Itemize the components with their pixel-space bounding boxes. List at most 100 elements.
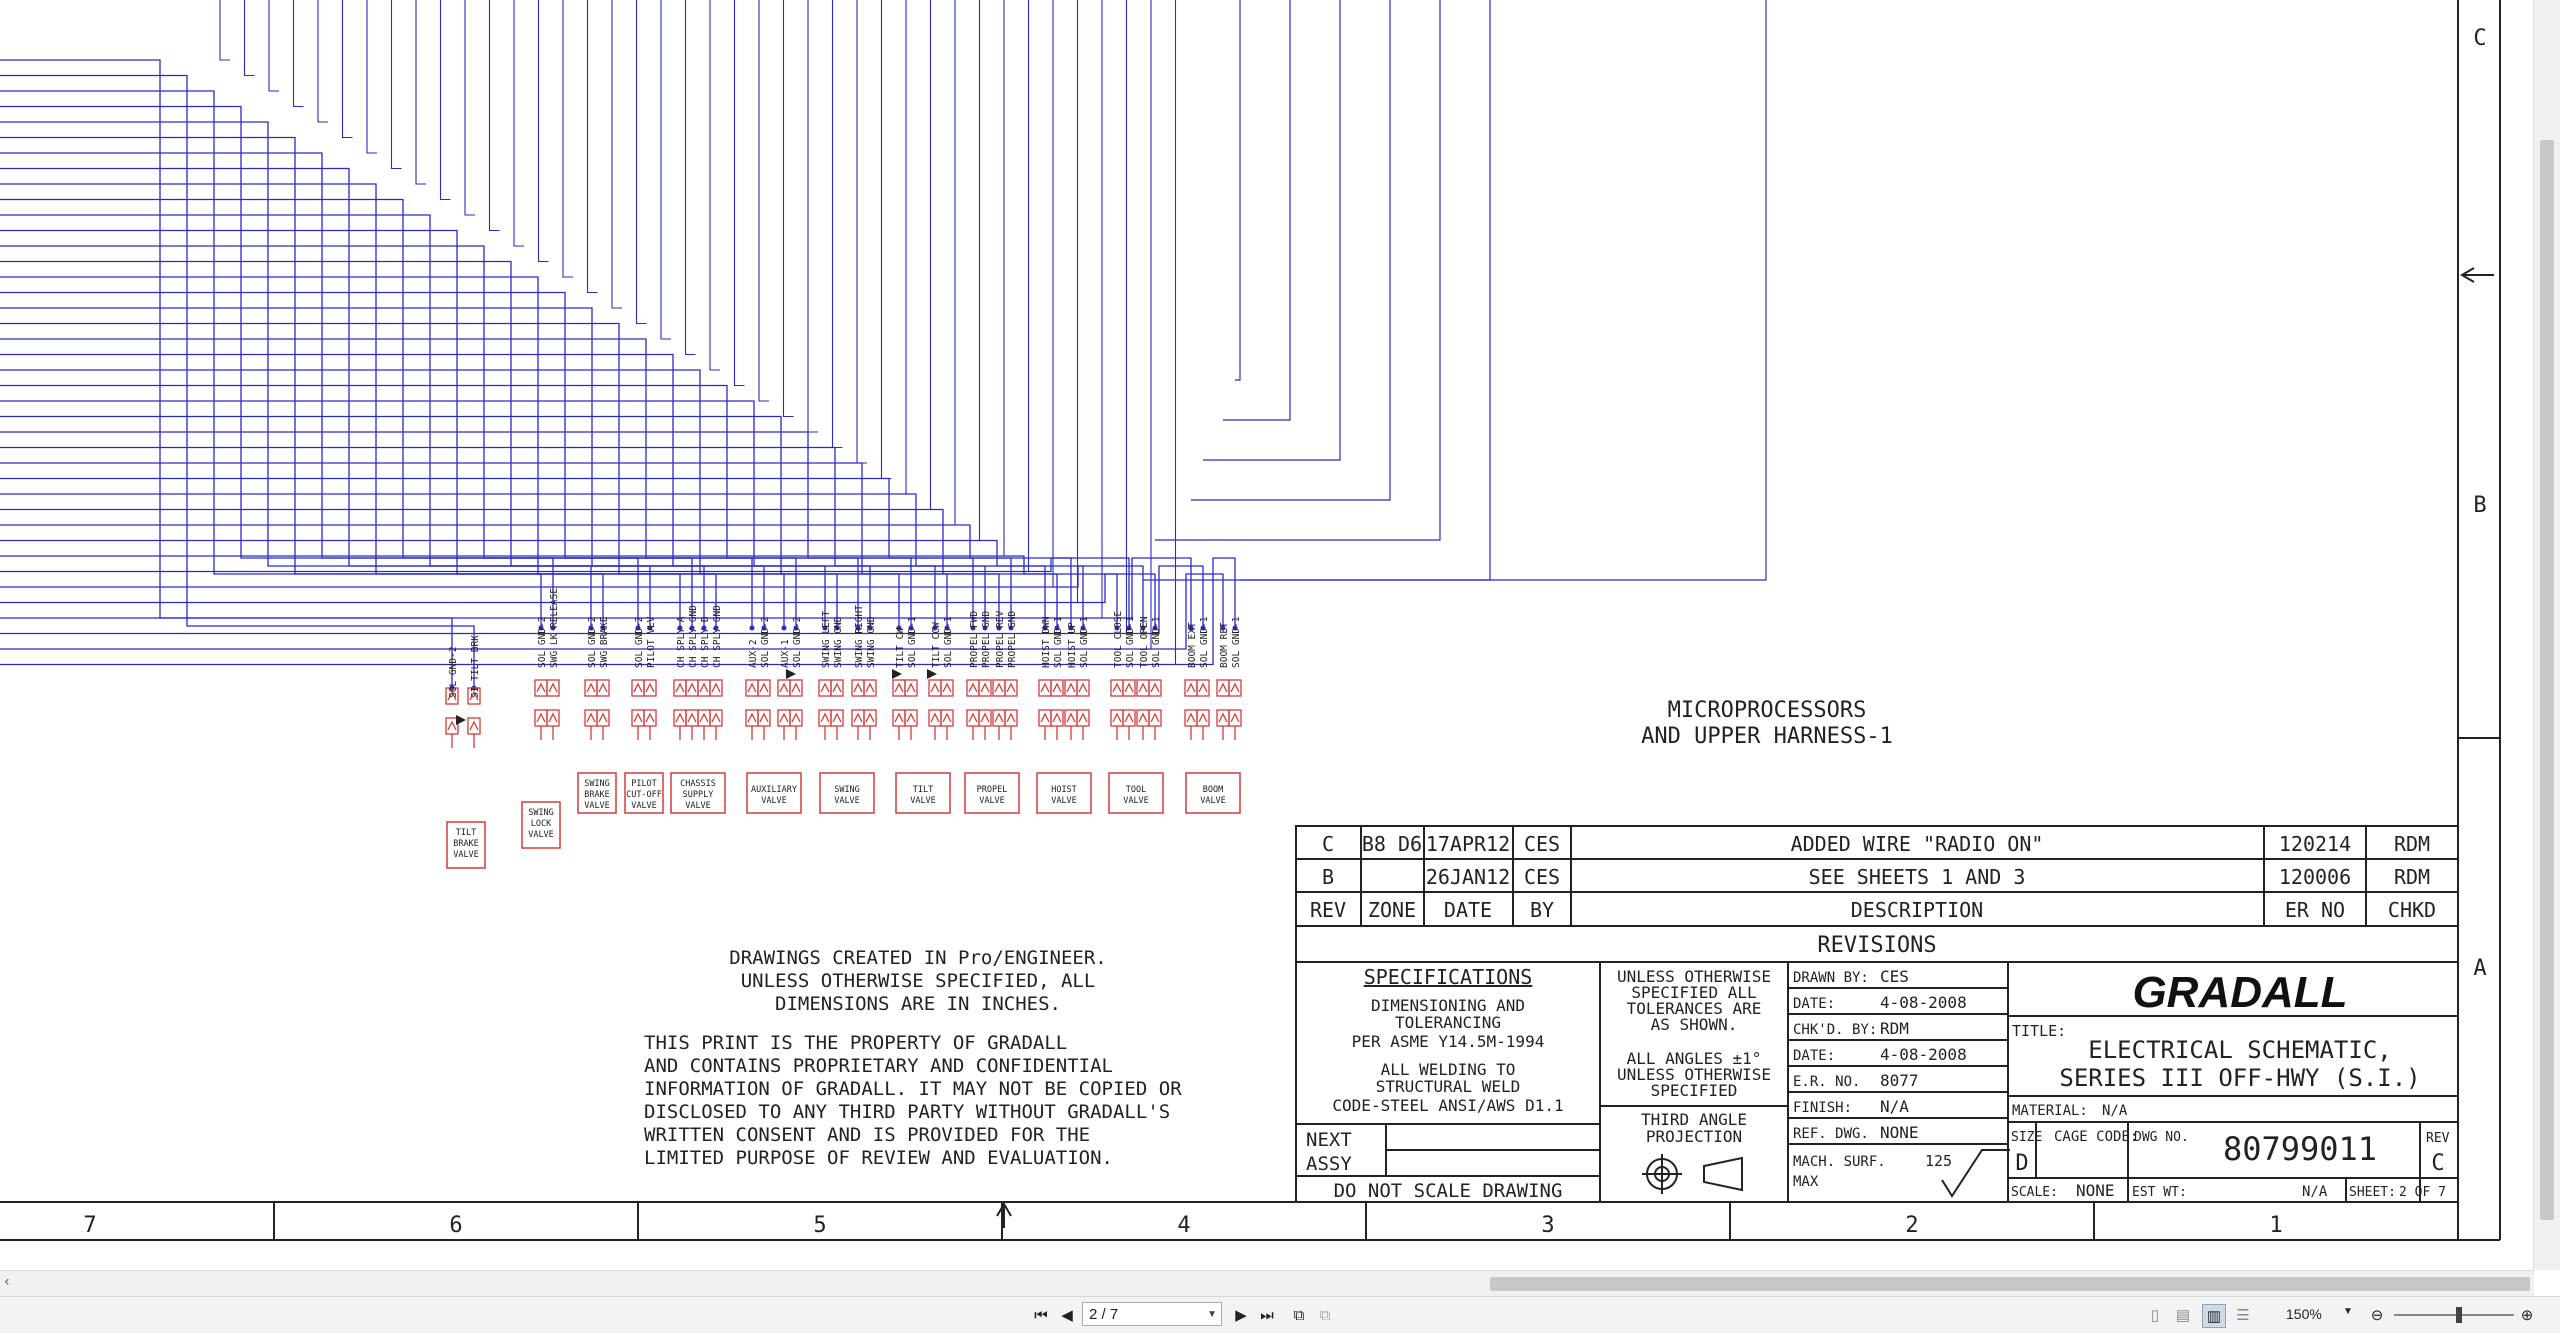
page-dropdown-icon[interactable]: ▼ — [1207, 1303, 1217, 1327]
zoom-slider-handle[interactable] — [2456, 1307, 2462, 1323]
er-no-value: 8077 — [1880, 1071, 1919, 1090]
wire — [733, 0, 745, 387]
pin-label: CH SPLY A — [676, 616, 687, 668]
chkd-by-label: CHK'D. BY: — [1793, 1022, 1877, 1038]
valve-box: CHASSISSUPPLYVALVE — [670, 772, 726, 814]
pin-label: AUX-1 — [780, 639, 791, 668]
connector-pin — [643, 679, 657, 740]
previous-page-icon: ◀ — [1061, 1307, 1073, 1324]
ref-dwg-label: REF. DWG. — [1793, 1126, 1869, 1142]
wiring-harness — [0, 0, 1767, 691]
wire — [684, 0, 696, 356]
note-property-5: WRITTEN CONSENT AND IS PROVIDED FOR THE — [644, 1124, 1090, 1146]
sheet-title-line-2: AND UPPER HARNESS-1 — [1641, 724, 1893, 749]
diode-icon — [456, 715, 466, 725]
next-label: NEXT — [1306, 1129, 1352, 1151]
valve-label: VALVE — [761, 796, 787, 806]
wire — [1203, 0, 1341, 461]
valve-box: AUXILIARYVALVE — [746, 772, 802, 814]
chkd-by-value: RDM — [1880, 1019, 1909, 1038]
wire — [660, 0, 671, 340]
valve-label: TILT — [456, 828, 476, 838]
zone-label: 5 — [813, 1213, 826, 1238]
wire — [0, 136, 604, 628]
rev-value: C — [2431, 1151, 2444, 1176]
pin-label: TILT CCW — [931, 622, 942, 668]
note-property-4: DISCLOSED TO ANY THIRD PARTY WITHOUT GRA… — [644, 1101, 1170, 1123]
horizontal-scrollbar[interactable]: ‹ — [0, 1270, 2534, 1297]
zoom-in-button[interactable]: ⊕ — [2516, 1304, 2538, 1326]
wire — [0, 307, 826, 628]
note-property-1: THIS PRINT IS THE PROPERTY OF GRADALL — [644, 1032, 1067, 1054]
valve-box: SWINGVALVE — [819, 772, 875, 814]
connector-pin — [1076, 679, 1090, 740]
material-label: MATERIAL: — [2012, 1103, 2088, 1119]
vertical-scroll-thumb[interactable] — [2540, 140, 2554, 1220]
wire — [439, 0, 451, 201]
two-page-view-button[interactable]: ▥ — [2202, 1304, 2226, 1328]
fit-width-button[interactable]: ⧉ — [1314, 1304, 1336, 1326]
valve-label: BRAKE — [584, 790, 610, 800]
pin-label: BOOM EXT — [1187, 622, 1198, 668]
previous-page-button[interactable]: ◀ — [1056, 1304, 1078, 1326]
pin-label: TILT CW — [895, 628, 906, 668]
page-number-input[interactable]: 2 / 7 ▼ — [1082, 1302, 1222, 1326]
single-page-view-button[interactable]: ▯ — [2144, 1304, 2166, 1326]
scroll-left-icon[interactable]: ‹ — [4, 1274, 10, 1290]
wire — [611, 0, 622, 309]
sheet-label: SHEET: — [2349, 1185, 2396, 1200]
pin-label: SOL GND-2 — [587, 617, 598, 668]
diode-icon — [892, 669, 902, 679]
reading-view-button[interactable]: ☰ — [2232, 1304, 2254, 1326]
connector-pin — [685, 679, 699, 740]
spec-line-3: PER ASME Y14.5M-1994 — [1352, 1032, 1545, 1051]
pin-label: SOL GND-1 — [907, 616, 918, 668]
continuous-view-button[interactable]: ▤ — [2172, 1304, 2194, 1326]
note-property-6: LIMITED PURPOSE OF REVIEW AND EVALUATION… — [644, 1147, 1113, 1169]
finish-label: FINISH: — [1793, 1100, 1852, 1116]
pin-label: CH SPLY GND — [688, 605, 699, 668]
valve-label: CUT-OFF — [626, 790, 662, 800]
tolerance-line-7: SPECIFIED — [1651, 1081, 1738, 1100]
vertical-scrollbar[interactable] — [2533, 0, 2560, 1270]
size-value: D — [2015, 1151, 2028, 1176]
date1-value: 4-08-2008 — [1880, 993, 1967, 1012]
rev-b-rev: B — [1322, 865, 1334, 889]
valve-label: PILOT — [631, 779, 657, 789]
connector-group — [445, 669, 1242, 748]
connector-pin — [709, 679, 723, 740]
single-page-icon: ▯ — [2150, 1307, 2160, 1324]
next-page-button[interactable]: ▶ — [1230, 1304, 1252, 1326]
valve-label: TILT — [913, 785, 933, 795]
horizontal-scroll-thumb[interactable] — [1490, 1277, 2530, 1291]
wire — [488, 0, 500, 232]
connector-pin — [1110, 679, 1124, 740]
zoom-out-button[interactable]: ⊖ — [2366, 1304, 2388, 1326]
wire — [0, 384, 912, 628]
valve-label: SWING — [834, 785, 860, 795]
wire — [831, 0, 843, 449]
wire — [929, 0, 941, 511]
connector-pin — [584, 679, 598, 740]
revision-texts: C B8 D6 17APR12 CES ADDED WIRE "RADIO ON… — [1310, 832, 2436, 958]
wire — [1003, 0, 1014, 557]
valve-box: SWINGBRAKEVALVE — [577, 772, 617, 814]
first-page-button[interactable]: ⏮ — [1030, 1304, 1052, 1326]
zoom-dropdown-icon[interactable]: ▼ — [2343, 1306, 2353, 1317]
last-page-button[interactable]: ⏭ — [1256, 1304, 1278, 1326]
valve-box: PILOTCUT-OFFVALVE — [624, 772, 664, 814]
valve-label: VALVE — [1051, 796, 1077, 806]
pin-label: SWING LEFT — [821, 611, 832, 668]
fit-page-button[interactable]: ⧉ — [1288, 1304, 1310, 1326]
wire — [954, 0, 965, 526]
valve-box: TILTBRAKEVALVE — [446, 821, 486, 869]
connector-pin — [1148, 679, 1162, 740]
valve-label: LOCK — [531, 819, 552, 829]
valve-label: VALVE — [584, 801, 610, 811]
wire — [1223, 0, 1291, 421]
title-block-texts: SPECIFICATIONS DIMENSIONING AND TOLERANC… — [1306, 965, 2450, 1202]
wire — [317, 0, 328, 123]
valve-label: SWING — [528, 808, 554, 818]
wire — [0, 573, 1224, 650]
zoom-slider[interactable] — [2394, 1314, 2514, 1316]
